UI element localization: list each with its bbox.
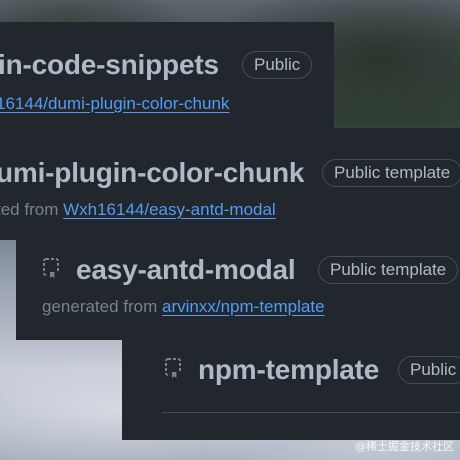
generated-from-prefix: generated from xyxy=(42,297,158,316)
forked-from-link[interactable]: 16144/dumi-plugin-color-chunk xyxy=(0,94,229,114)
repo-card-1: in-code-snippets Public 16144/dumi-plugi… xyxy=(0,22,334,128)
watermark: @稀土掘金技术社区 xyxy=(355,440,454,453)
list-divider xyxy=(162,412,460,413)
repo-title-link[interactable]: umi-plugin-color-chunk xyxy=(0,157,304,189)
visibility-badge: Public template xyxy=(322,159,460,187)
generated-from-prefix: ted from xyxy=(0,200,59,219)
visibility-badge: Public xyxy=(242,51,313,79)
repo-card-2: umi-plugin-color-chunk Public template t… xyxy=(0,128,460,240)
generated-from-text: ted from Wxh16144/easy-antd-modal xyxy=(0,200,276,220)
repo-card-4: npm-template Public xyxy=(122,340,460,440)
repo-title-link[interactable]: npm-template xyxy=(198,354,379,386)
template-source-link[interactable]: Wxh16144/easy-antd-modal xyxy=(63,200,276,219)
template-source-link[interactable]: arvinxx/npm-template xyxy=(162,297,325,316)
visibility-badge: Public template xyxy=(318,256,459,284)
generated-from-text: generated from arvinxx/npm-template xyxy=(42,297,325,317)
repo-template-icon xyxy=(164,357,184,379)
repo-card-3: easy-antd-modal Public template generate… xyxy=(16,240,460,340)
repo-template-icon xyxy=(42,257,62,279)
repo-title-link[interactable]: in-code-snippets xyxy=(0,49,219,81)
visibility-badge: Public xyxy=(398,356,460,384)
repo-title-link[interactable]: easy-antd-modal xyxy=(76,254,296,286)
